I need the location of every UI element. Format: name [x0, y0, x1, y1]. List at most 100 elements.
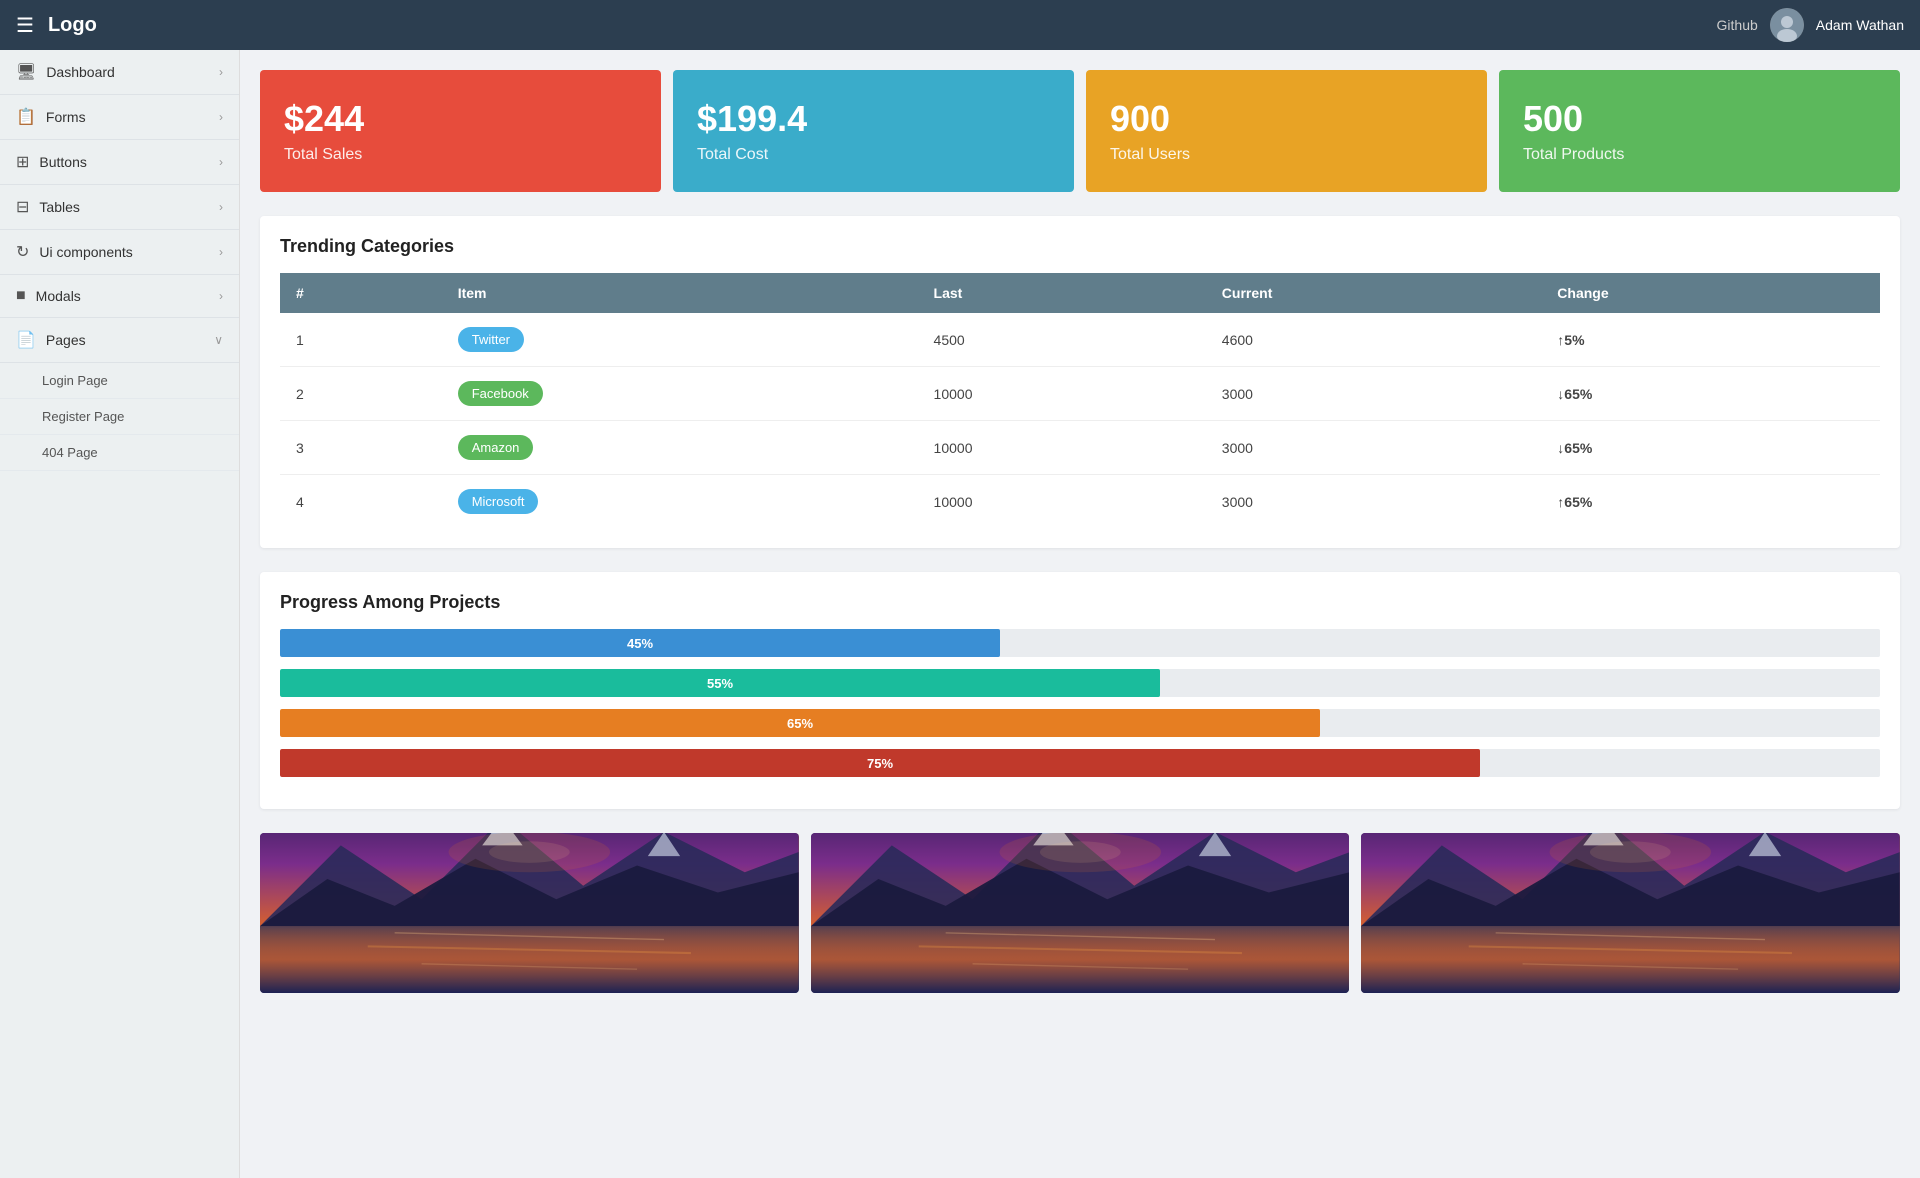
chevron-dashboard: › [219, 65, 223, 79]
cell-change: 5% [1541, 313, 1880, 367]
progress-bar-fill: 65% [280, 709, 1320, 737]
cell-item: Twitter [442, 313, 918, 367]
sidebar-item-ui-components[interactable]: ↻ Ui components › [0, 230, 239, 275]
cell-change: 65% [1541, 367, 1880, 421]
progress-bar-fill: 45% [280, 629, 1000, 657]
github-link[interactable]: Github [1717, 17, 1758, 33]
table-row: 1 Twitter 4500 4600 5% [280, 313, 1880, 367]
item-badge: Microsoft [458, 489, 539, 514]
image-grid [260, 833, 1900, 993]
cell-change: 65% [1541, 475, 1880, 529]
sidebar-label-forms: Forms [46, 109, 86, 125]
trending-table: # Item Last Current Change 1 Twitter 450… [280, 273, 1880, 528]
sidebar-sub-item-login[interactable]: Login Page [0, 363, 239, 399]
image-inner [1361, 833, 1900, 993]
table-row: 2 Facebook 10000 3000 65% [280, 367, 1880, 421]
sidebar: 🖥 Dashboard › 📋 Forms › ⊞ Buttons › ⊟ Ta… [0, 50, 240, 1178]
cell-last: 10000 [918, 421, 1206, 475]
ui-components-icon: ↻ [16, 242, 29, 262]
sidebar-label-buttons: Buttons [39, 154, 86, 170]
col-current: Current [1206, 273, 1542, 313]
image-inner [260, 833, 799, 993]
total-cost-value: $199.4 [697, 98, 1050, 140]
sidebar-sub-label-404: 404 Page [42, 445, 98, 460]
cell-num: 2 [280, 367, 442, 421]
total-users-label: Total Users [1110, 146, 1463, 164]
user-name: Adam Wathan [1816, 17, 1904, 33]
arrow-up-icon [1557, 332, 1564, 348]
progress-item: 75% [280, 749, 1880, 777]
trending-categories-title: Trending Categories [280, 236, 1880, 257]
table-row: 4 Microsoft 10000 3000 65% [280, 475, 1880, 529]
buttons-icon: ⊞ [16, 152, 29, 172]
sidebar-sub-item-register[interactable]: Register Page [0, 399, 239, 435]
chevron-tables: › [219, 200, 223, 214]
progress-bar-label: 65% [787, 716, 813, 731]
cell-num: 3 [280, 421, 442, 475]
pages-icon: 📄 [16, 330, 36, 350]
main-content: $244 Total Sales $199.4 Total Cost 900 T… [240, 50, 1920, 1178]
cell-current: 4600 [1206, 313, 1542, 367]
cell-num: 4 [280, 475, 442, 529]
stat-card-total-products: 500 Total Products [1499, 70, 1900, 192]
sidebar-item-dashboard[interactable]: 🖥 Dashboard › [0, 50, 239, 95]
total-cost-label: Total Cost [697, 146, 1050, 164]
progress-section-title: Progress Among Projects [280, 592, 1880, 613]
progress-item: 55% [280, 669, 1880, 697]
chevron-ui-components: › [219, 245, 223, 259]
cell-item: Microsoft [442, 475, 918, 529]
sidebar-sub-item-404[interactable]: 404 Page [0, 435, 239, 471]
cell-last: 10000 [918, 475, 1206, 529]
cell-last: 4500 [918, 313, 1206, 367]
avatar [1770, 8, 1804, 42]
sidebar-item-modals[interactable]: ■ Modals › [0, 275, 239, 318]
modals-icon: ■ [16, 287, 26, 305]
sidebar-label-tables: Tables [39, 199, 79, 215]
progress-bar-bg: 75% [280, 749, 1880, 777]
item-badge: Amazon [458, 435, 534, 460]
forms-icon: 📋 [16, 107, 36, 127]
chevron-buttons: › [219, 155, 223, 169]
sidebar-label-pages: Pages [46, 332, 86, 348]
cell-num: 1 [280, 313, 442, 367]
image-card-2 [811, 833, 1350, 993]
progress-item: 65% [280, 709, 1880, 737]
total-products-label: Total Products [1523, 146, 1876, 164]
progress-section: Progress Among Projects 45% 55% 65% 75% [260, 572, 1900, 809]
col-last: Last [918, 273, 1206, 313]
chevron-modals: › [219, 289, 223, 303]
sidebar-item-pages[interactable]: 📄 Pages ∨ [0, 318, 239, 363]
sidebar-sub-label-register: Register Page [42, 409, 124, 424]
sidebar-item-buttons[interactable]: ⊞ Buttons › [0, 140, 239, 185]
top-nav: ☰ Logo Github Adam Wathan [0, 0, 1920, 50]
trending-categories-section: Trending Categories # Item Last Current … [260, 216, 1900, 548]
progress-item: 45% [280, 629, 1880, 657]
stat-card-total-users: 900 Total Users [1086, 70, 1487, 192]
cell-last: 10000 [918, 367, 1206, 421]
progress-bar-bg: 55% [280, 669, 1880, 697]
arrow-down-icon [1557, 386, 1564, 402]
sidebar-label-dashboard: Dashboard [46, 64, 115, 80]
total-products-value: 500 [1523, 98, 1876, 140]
sidebar-label-ui-components: Ui components [39, 244, 132, 260]
sidebar-item-forms[interactable]: 📋 Forms › [0, 95, 239, 140]
image-card-3 [1361, 833, 1900, 993]
table-row: 3 Amazon 10000 3000 65% [280, 421, 1880, 475]
total-users-value: 900 [1110, 98, 1463, 140]
sidebar-item-tables[interactable]: ⊟ Tables › [0, 185, 239, 230]
image-card-1 [260, 833, 799, 993]
tables-icon: ⊟ [16, 197, 29, 217]
cell-current: 3000 [1206, 421, 1542, 475]
cell-item: Facebook [442, 367, 918, 421]
image-inner [811, 833, 1350, 993]
arrow-up-icon [1557, 494, 1564, 510]
col-item: Item [442, 273, 918, 313]
progress-bar-label: 55% [707, 676, 733, 691]
col-num: # [280, 273, 442, 313]
sidebar-label-modals: Modals [36, 288, 81, 304]
item-badge: Twitter [458, 327, 524, 352]
progress-bar-fill: 75% [280, 749, 1480, 777]
progress-bar-fill: 55% [280, 669, 1160, 697]
dashboard-icon: 🖥 [16, 62, 36, 82]
hamburger-icon[interactable]: ☰ [16, 13, 34, 38]
